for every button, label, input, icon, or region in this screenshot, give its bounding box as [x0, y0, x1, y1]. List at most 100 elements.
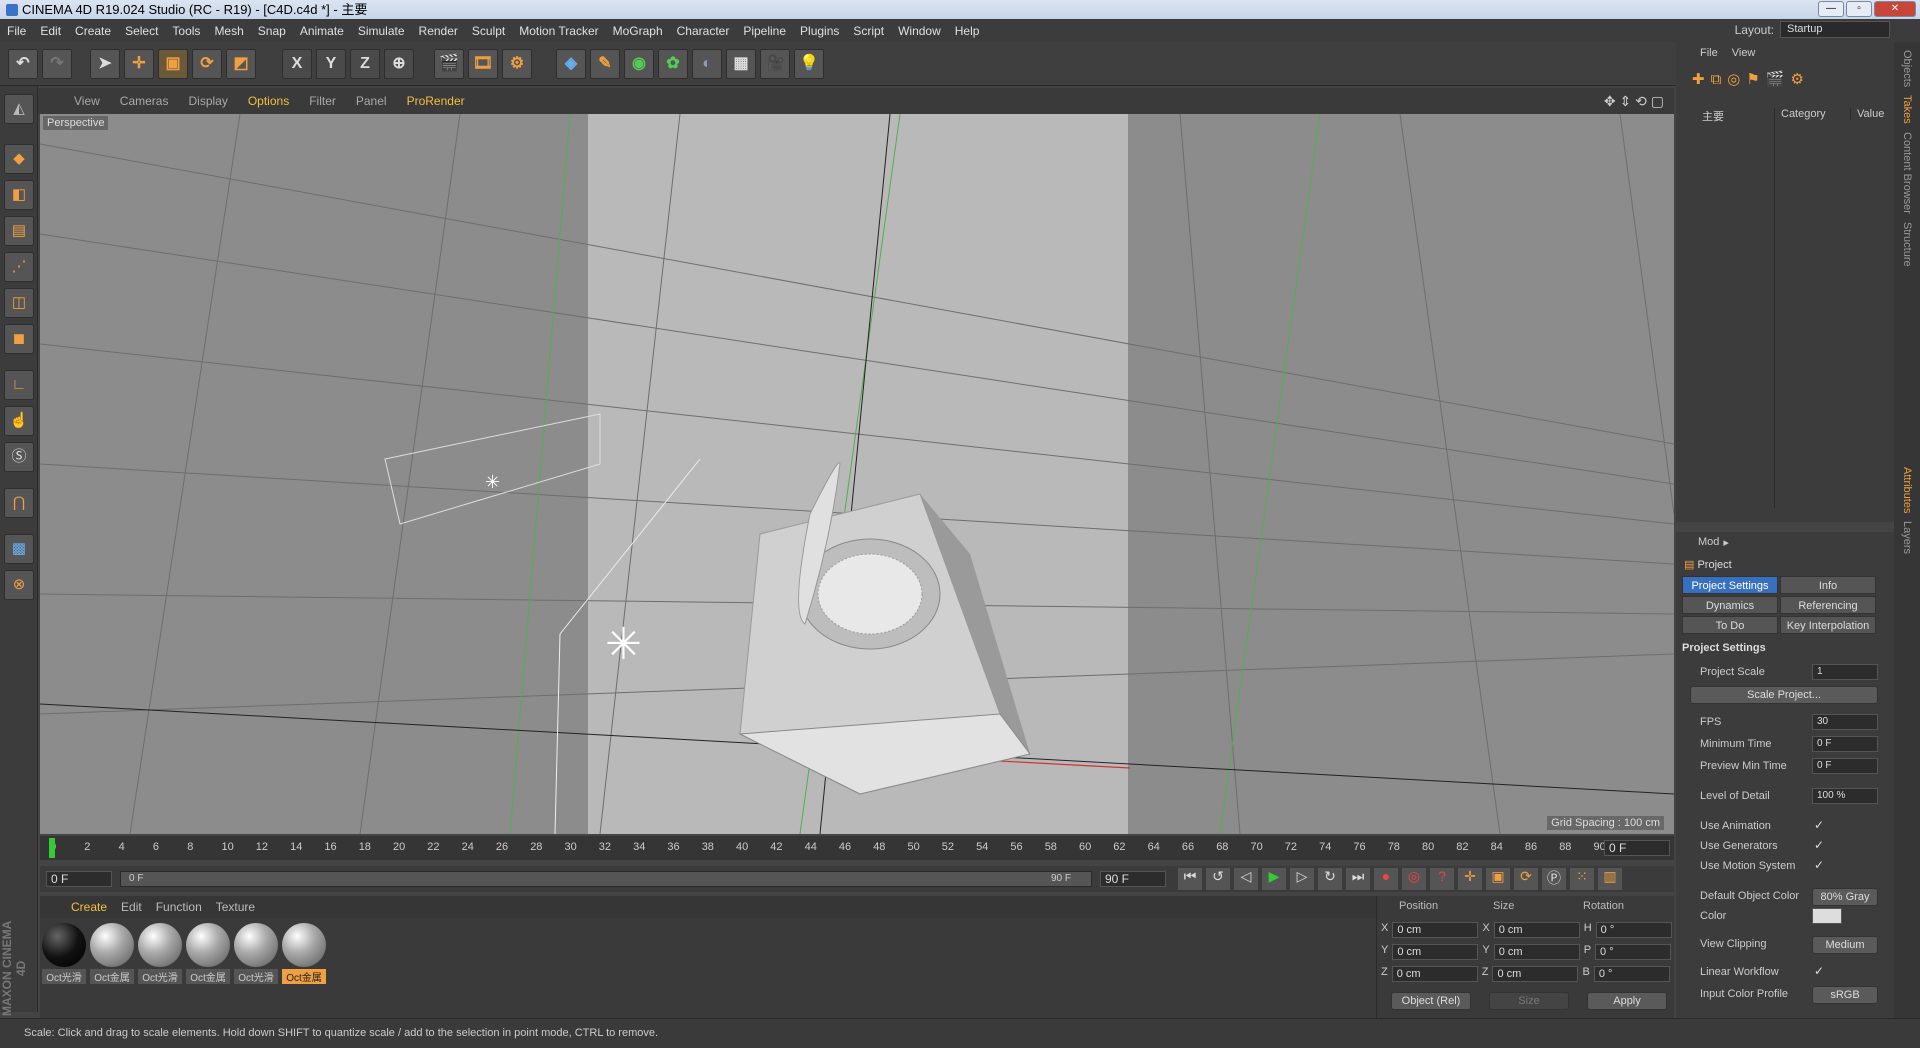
viewport-menu-panel[interactable]: Panel [346, 94, 397, 108]
view-clipping-dropdown[interactable]: Medium [1812, 936, 1878, 954]
maximize-button[interactable]: ▫ [1846, 1, 1872, 17]
viewport-nav-icons[interactable]: ✥ ⇕ ⟲ ▢ [1604, 93, 1664, 110]
playhead[interactable] [49, 838, 55, 858]
takes-render-icon[interactable]: 🎬 [1766, 70, 1785, 88]
coordinate-system-icon[interactable]: ⊕ [384, 49, 414, 79]
fps-field[interactable]: 30 [1812, 714, 1878, 730]
model-mode-icon[interactable]: ◆ [4, 144, 34, 174]
subdivision-icon[interactable]: ◉ [624, 49, 654, 79]
viewport-camera-label[interactable]: Perspective [43, 116, 109, 130]
objects-menu-view[interactable]: View [1732, 47, 1756, 59]
camera-icon[interactable]: 🎥 [760, 49, 790, 79]
side-tab-attributes[interactable]: Attributes [1901, 467, 1913, 513]
size-mode-dropdown[interactable]: Size [1489, 992, 1569, 1010]
menu-motion-tracker[interactable]: Motion Tracker [512, 24, 605, 38]
tweak-mode-icon[interactable]: ☝ [4, 406, 34, 436]
side-tab-layers[interactable]: Layers [1901, 521, 1913, 554]
timeline-menu-icon[interactable]: ▥ [1598, 868, 1622, 890]
select-arrow-icon[interactable]: ➤ [90, 49, 120, 79]
axis-mode-icon[interactable]: ∟ [4, 370, 34, 400]
floor-icon[interactable]: ▦ [726, 49, 756, 79]
make-editable-icon[interactable]: ◭ [4, 94, 34, 124]
quantize-icon[interactable]: ⊗ [4, 570, 34, 600]
use-generators-checkbox[interactable]: ✓ [1814, 838, 1824, 852]
move-icon[interactable]: ✛ [124, 49, 154, 79]
side-tab-content-browser[interactable]: Content Browser [1901, 132, 1913, 214]
takes-override-icon[interactable]: ◎ [1727, 70, 1740, 88]
play-icon[interactable]: ▶ [1262, 868, 1286, 890]
tab-key-interpolation[interactable]: Key Interpolation [1780, 616, 1876, 634]
solo-mode-icon[interactable]: Ⓢ [4, 442, 34, 472]
size-x-field[interactable]: 0 cm [1493, 922, 1580, 938]
menu-tools[interactable]: Tools [165, 24, 207, 38]
viewport-menu-view[interactable]: View [64, 94, 110, 108]
menu-select[interactable]: Select [118, 24, 165, 38]
viewport-menu-cameras[interactable]: Cameras [110, 94, 179, 108]
tab-to-do[interactable]: To Do [1682, 616, 1778, 634]
side-tab-structure[interactable]: Structure [1901, 222, 1913, 267]
material-swatch[interactable]: Oct光滑 [234, 923, 278, 985]
menu-window[interactable]: Window [891, 24, 948, 38]
render-settings-icon[interactable]: ⚙ [502, 49, 532, 79]
light-icon[interactable]: 💡 [794, 49, 824, 79]
position-y-field[interactable]: 0 cm [1392, 944, 1479, 960]
last-tool-icon[interactable]: ◩ [226, 49, 256, 79]
menu-help[interactable]: Help [948, 24, 987, 38]
material-menu-edit[interactable]: Edit [114, 900, 149, 914]
menu-snap[interactable]: Snap [251, 24, 293, 38]
rotation-h-field[interactable]: 0 ° [1595, 922, 1672, 938]
level-of-detail-field[interactable]: 100 % [1812, 788, 1878, 804]
use-animation-checkbox[interactable]: ✓ [1814, 818, 1824, 832]
minimize-button[interactable]: — [1818, 1, 1844, 17]
material-menu-function[interactable]: Function [149, 900, 209, 914]
tab-dynamics[interactable]: Dynamics [1682, 596, 1778, 614]
deformer-icon[interactable]: ◐ [692, 49, 722, 79]
menu-sculpt[interactable]: Sculpt [465, 24, 512, 38]
viewport-menu-filter[interactable]: Filter [299, 94, 346, 108]
rotation-p-field[interactable]: 0 ° [1595, 944, 1672, 960]
layout-dropdown[interactable]: Startup [1780, 21, 1890, 38]
polygons-mode-icon[interactable]: ◼ [4, 324, 34, 354]
render-view-icon[interactable]: 🎬 [434, 49, 464, 79]
snapping-icon[interactable]: ⋂ [4, 488, 34, 518]
key-scale-icon[interactable]: ▣ [1486, 868, 1510, 890]
timeline-ruler[interactable]: 0246810121416182022242628303234363840424… [40, 836, 1674, 860]
current-frame-field[interactable]: 0 F [1604, 840, 1670, 856]
scale-project-button[interactable]: Scale Project... [1690, 686, 1878, 704]
material-swatch[interactable]: Oct金属 [186, 923, 230, 985]
tab-project-settings[interactable]: Project Settings [1682, 576, 1778, 594]
previous-key-icon[interactable]: ↺ [1206, 868, 1230, 890]
position-x-field[interactable]: 0 cm [1392, 922, 1479, 938]
key-rotation-icon[interactable]: ⟳ [1514, 868, 1538, 890]
go-to-start-icon[interactable]: ⏮ [1178, 868, 1202, 890]
menu-animate[interactable]: Animate [293, 24, 351, 38]
object-root[interactable]: 主要 [1702, 108, 1724, 124]
rotation-b-field[interactable]: 0 ° [1593, 966, 1670, 982]
cube-primitive-icon[interactable]: ◈ [556, 49, 586, 79]
keyframe-selection-icon[interactable]: ? [1430, 868, 1454, 890]
material-menu-texture[interactable]: Texture [209, 900, 262, 914]
takes-clone-icon[interactable]: ⧉ [1711, 71, 1722, 88]
menu-create[interactable]: Create [68, 24, 118, 38]
menu-file[interactable]: File [0, 24, 33, 38]
next-key-icon[interactable]: ↻ [1318, 868, 1342, 890]
menu-simulate[interactable]: Simulate [351, 24, 412, 38]
material-swatch[interactable]: Oct光滑 [138, 923, 182, 985]
takes-add-icon[interactable]: ✚ [1692, 70, 1705, 88]
go-to-end-icon[interactable]: ⏭ [1346, 868, 1370, 890]
key-position-icon[interactable]: ✛ [1458, 868, 1482, 890]
cloner-icon[interactable]: ✿ [658, 49, 688, 79]
menu-edit[interactable]: Edit [33, 24, 68, 38]
material-swatch-selected[interactable]: Oct金属 [282, 923, 326, 985]
menu-render[interactable]: Render [412, 24, 465, 38]
texture-mode-icon[interactable]: ◧ [4, 180, 34, 210]
scale-icon[interactable]: ▣ [158, 49, 188, 79]
menu-mograph[interactable]: MoGraph [606, 24, 670, 38]
minimum-time-field[interactable]: 0 F [1812, 736, 1878, 752]
tab-referencing[interactable]: Referencing [1780, 596, 1876, 614]
menu-plugins[interactable]: Plugins [793, 24, 846, 38]
material-swatch[interactable]: Oct金属 [90, 923, 134, 985]
key-parameter-icon[interactable]: Ⓟ [1542, 868, 1566, 890]
viewport-menu-options[interactable]: Options [238, 94, 299, 108]
material-menu-create[interactable]: Create [64, 900, 114, 914]
